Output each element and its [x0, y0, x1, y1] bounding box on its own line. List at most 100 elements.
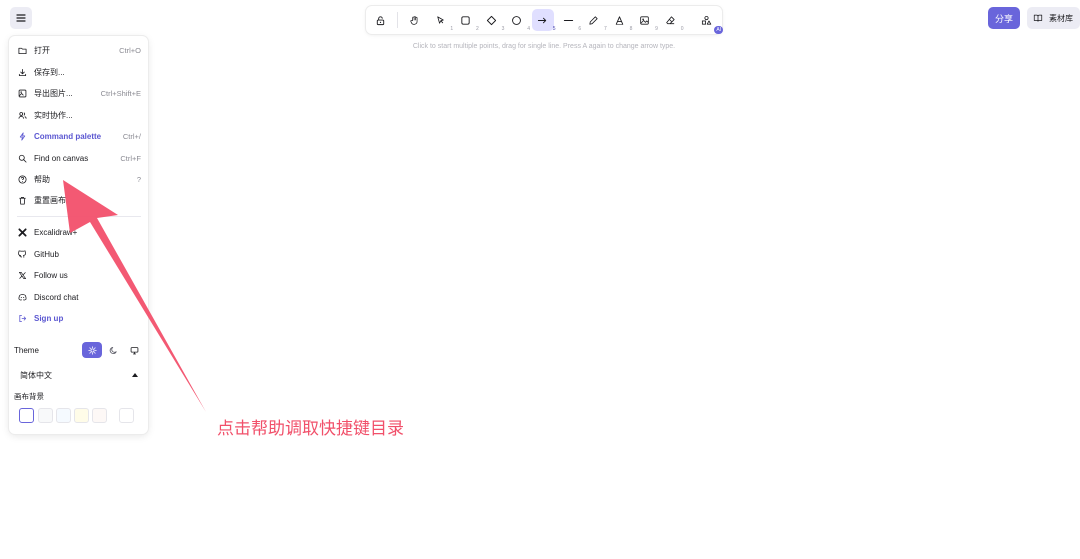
discord-icon: [18, 293, 26, 301]
background-swatch[interactable]: [38, 408, 53, 423]
share-button[interactable]: 分享: [988, 7, 1020, 29]
moon-icon: [109, 346, 117, 354]
menu-item-label: 导出图片...: [34, 88, 73, 98]
tool-draw[interactable]: 7: [583, 9, 607, 32]
tool-key: 7: [603, 26, 607, 32]
pointer-icon: [437, 15, 444, 24]
library-button[interactable]: 素材库: [1027, 7, 1080, 29]
text-icon: [615, 15, 624, 25]
theme-light-button[interactable]: [82, 342, 102, 358]
tool-key: 6: [578, 26, 582, 32]
export-image-icon: [18, 89, 26, 97]
menu-item-command-palette[interactable]: Command palette Ctrl+/: [17, 127, 141, 145]
menu-item-label: Find on canvas: [34, 153, 89, 163]
menu-item-help[interactable]: 帮助 ?: [17, 170, 141, 188]
lock-icon: [376, 15, 384, 25]
help-icon: [17, 174, 27, 184]
github-icon: [17, 249, 26, 258]
hamburger-icon: [16, 14, 26, 22]
canvas-background-swatches: [19, 408, 139, 424]
background-swatch[interactable]: [19, 408, 34, 423]
menu-item-label: GitHub: [34, 249, 59, 259]
pencil-icon: [589, 15, 598, 25]
menu-item-open[interactable]: 打开 Ctrl+O: [17, 41, 141, 59]
shape-toolbar: 1 2 3 4 5 6 7 8 9 0 AI: [366, 6, 724, 34]
tool-rectangle[interactable]: 2: [455, 9, 479, 32]
menu-item-shortcut: Ctrl+Shift+E: [100, 88, 141, 98]
tool-key: 5: [552, 26, 556, 32]
hand-icon: [410, 15, 418, 25]
menu-link-follow-us[interactable]: Follow us: [17, 266, 141, 284]
tool-arrow[interactable]: 5: [531, 9, 556, 32]
menu-link-github[interactable]: GitHub: [17, 245, 141, 263]
tool-key: 8: [629, 26, 633, 32]
line-icon: [563, 19, 573, 21]
tool-key: 2: [476, 26, 479, 32]
arrow-right-icon: [537, 17, 547, 23]
menu-item-shortcut: ?: [136, 174, 141, 184]
menu-item-label: 实时协作...: [34, 110, 73, 120]
language-select[interactable]: 简体中文: [20, 368, 138, 382]
tool-hint-text: Click to start multiple points, drag for…: [412, 43, 676, 50]
annotation-text: 点击帮助调取快捷键目录: [217, 419, 404, 439]
menu-link-sign-up[interactable]: Sign up: [17, 309, 141, 327]
main-menu-dropdown: 打开 Ctrl+O 保存到... 导出图片... Ctrl+Shift+E 实时…: [9, 36, 148, 434]
menu-item-label: 帮助: [34, 174, 50, 184]
menu-item-export-image[interactable]: 导出图片... Ctrl+Shift+E: [17, 84, 141, 102]
menu-item-live-collab[interactable]: 实时协作...: [17, 106, 141, 124]
square-icon: [461, 15, 470, 25]
diamond-icon: [486, 15, 496, 25]
annotation-arrow: [63, 180, 206, 412]
tool-key: 3: [501, 26, 505, 32]
tool-more-shapes[interactable]: AI: [695, 9, 724, 34]
menu-item-label: Follow us: [34, 270, 68, 280]
book-icon: [1033, 14, 1043, 22]
excalidraw-plus-icon: [17, 227, 27, 237]
shapes-icon: [701, 15, 711, 25]
theme-label: Theme: [14, 345, 39, 355]
menu-item-label: 打开: [34, 45, 50, 55]
background-swatch[interactable]: [74, 408, 89, 423]
eraser-icon: [666, 15, 675, 24]
background-swatch[interactable]: [92, 408, 107, 423]
main-menu-button[interactable]: [10, 7, 32, 29]
tool-lock[interactable]: [369, 9, 391, 31]
tool-line[interactable]: 6: [557, 9, 582, 32]
tool-text[interactable]: 8: [608, 9, 633, 32]
folder-icon: [17, 47, 27, 54]
image-icon: [640, 15, 650, 25]
tool-key: 1: [450, 26, 454, 32]
ai-badge: AI: [714, 26, 724, 34]
menu-item-reset-canvas[interactable]: 重置画布: [17, 191, 141, 209]
menu-item-label: 重置画布: [34, 195, 66, 205]
trash-icon: [18, 196, 26, 205]
background-swatch[interactable]: [56, 408, 71, 423]
menu-item-find-on-canvas[interactable]: Find on canvas Ctrl+F: [17, 149, 141, 167]
custom-background-swatch[interactable]: [119, 408, 134, 423]
menu-item-shortcut: Ctrl+O: [119, 45, 141, 55]
canvas-background-label: 画布背景: [14, 392, 44, 401]
circle-icon: [512, 15, 522, 25]
users-icon: [17, 111, 27, 119]
tool-hand[interactable]: [404, 9, 426, 31]
tool-eraser[interactable]: 0: [660, 9, 684, 32]
tool-diamond[interactable]: 3: [480, 9, 505, 32]
search-icon: [18, 154, 27, 163]
tool-ellipse[interactable]: 4: [506, 9, 530, 32]
tool-selection[interactable]: 1: [429, 9, 454, 32]
library-label: 素材库: [1049, 13, 1073, 23]
menu-link-excalidraw-plus[interactable]: Excalidraw+: [17, 223, 141, 241]
theme-selector: Theme: [14, 342, 144, 358]
theme-system-button[interactable]: [124, 342, 144, 358]
menu-item-label: Discord chat: [34, 292, 79, 302]
menu-item-label: Sign up: [34, 313, 64, 323]
tool-image[interactable]: 9: [634, 9, 658, 32]
menu-link-discord[interactable]: Discord chat: [17, 288, 141, 306]
menu-item-shortcut: Ctrl+F: [120, 153, 141, 163]
menu-item-save-to[interactable]: 保存到...: [17, 63, 141, 81]
download-icon: [18, 68, 26, 76]
menu-item-label: 保存到...: [34, 67, 65, 77]
tool-key: 4: [527, 26, 530, 32]
theme-dark-button[interactable]: [103, 342, 123, 358]
tool-key: 0: [680, 26, 684, 32]
